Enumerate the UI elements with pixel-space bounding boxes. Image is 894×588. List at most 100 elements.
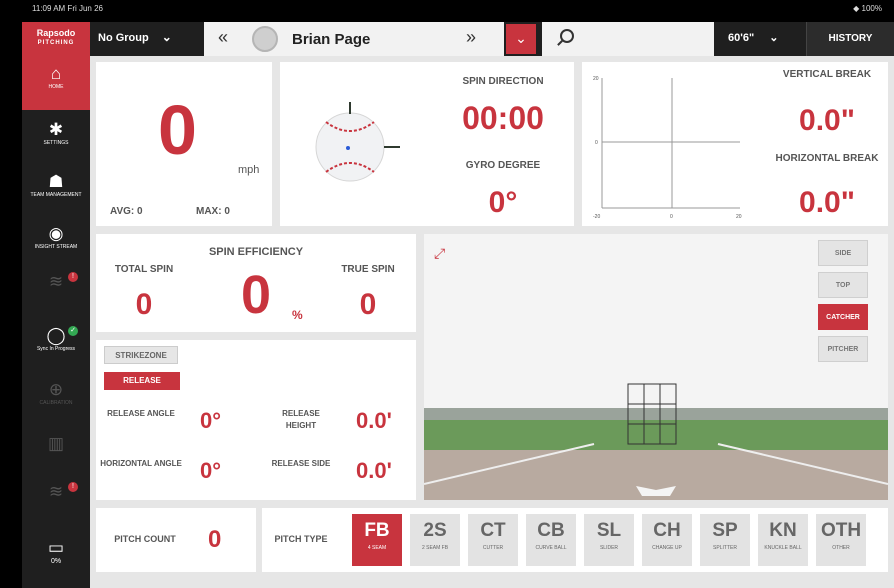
sidebar-item-home[interactable]: ⌂ HOME (22, 56, 90, 110)
sidebar-item-wifi[interactable]: ≋ ! (22, 264, 90, 318)
horizontal-break-value: 0.0" (799, 186, 855, 219)
group-selector[interactable]: No Group ⌄ (98, 30, 172, 44)
error-badge: ! (68, 272, 78, 282)
horizontal-angle-value: 0° (200, 458, 222, 483)
chevron-down-icon: ⌄ (161, 30, 172, 44)
vertical-break-label: VERTICAL BREAK (782, 69, 872, 80)
view-side-button[interactable]: SIDE (818, 240, 868, 266)
axis-tick-center: 0 (670, 214, 673, 220)
release-angle-label: RELEASE ANGLE (107, 409, 175, 418)
pitch-type-oth[interactable]: OTH OTHER (816, 514, 866, 566)
pitch-type-sp[interactable]: SP SPLITTER (700, 514, 750, 566)
pitch-type-label: PITCH TYPE (274, 534, 328, 544)
sidebar-item-sync[interactable]: ◯ ✓ Sync In Progress (22, 318, 90, 372)
spin-efficiency-value: 0 (240, 265, 272, 325)
spin-efficiency-unit: % (292, 308, 303, 322)
axis-tick-left: -20 (593, 214, 600, 220)
view-pitcher-button[interactable]: PITCHER (818, 336, 868, 362)
ios-status-bar: 11:09 AM Fri Jun 26 ◆ 100% (22, 0, 894, 22)
baseball-spin-graphic (315, 102, 400, 182)
sidebar-item-calibration[interactable]: ⊕ CALIBRATION (22, 372, 90, 426)
battery-status: ◆ 100% (853, 4, 882, 13)
pitch-type-sl[interactable]: SL SLIDER (584, 514, 634, 566)
total-spin-value: 0 (135, 288, 153, 321)
pitch-type-ch[interactable]: CH CHANGE UP (642, 514, 692, 566)
avatar (252, 26, 278, 52)
pitch-count-label: PITCH COUNT (114, 534, 176, 544)
player-name[interactable]: Brian Page (292, 31, 370, 48)
axis-tick-top: 20 (593, 76, 599, 82)
true-spin-label: TRUE SPIN (341, 264, 395, 275)
target-icon: ⊕ (48, 380, 64, 399)
app-logo: Rapsodo PITCHING (22, 22, 90, 56)
sidebar-item-team-management[interactable]: ☗ TEAM MANAGEMENT (22, 164, 90, 218)
gear-icon: ✱ (48, 120, 64, 139)
vertical-break-value: 0.0" (799, 104, 855, 137)
spin-direction-value: 00:00 (462, 100, 544, 136)
chevron-down-icon: ⌄ (769, 32, 779, 44)
release-side-label: RELEASE SIDE (271, 459, 331, 468)
view-top-button[interactable]: TOP (818, 272, 868, 298)
sidebar-item-wifi-2[interactable]: ≋ ! (22, 474, 90, 528)
pitch-count-value: 0 (208, 526, 222, 553)
group-label: No Group (98, 32, 149, 44)
sidebar-item-settings[interactable]: ✱ SETTINGS (22, 112, 90, 166)
player-selector: « Brian Page » (204, 22, 504, 56)
team-icon: ☗ (48, 172, 64, 191)
tab-release[interactable]: RELEASE (104, 372, 180, 390)
next-player-icon[interactable]: » (466, 27, 476, 48)
view-catcher-button[interactable]: CATCHER (818, 304, 868, 330)
break-panel: 20 0 -20 0 20 VERTICAL BREAK 0.0" HORIZO… (582, 62, 888, 226)
stream-icon: ◉ (48, 224, 64, 243)
app-window: 11:09 AM Fri Jun 26 ◆ 100% Rapsodo PITCH… (22, 0, 894, 588)
pitch-type-kn[interactable]: KN KNUCKLE BALL (758, 514, 808, 566)
spin-direction-label: SPIN DIRECTION (462, 76, 544, 87)
release-height-label: RELEASE HEIGHT (282, 409, 320, 430)
release-height-value: 0.0' (356, 408, 392, 433)
error-badge: ! (68, 482, 78, 492)
search-button[interactable] (542, 22, 714, 56)
pitch-3d-view: ⤢ SIDE TOP CATCHER PITCHER (424, 234, 888, 500)
status-time: 11:09 AM Fri Jun 26 (32, 4, 103, 13)
gyro-degree-value: 0° (488, 186, 518, 219)
release-angle-value: 0° (200, 408, 222, 433)
axis-tick-right: 20 (736, 214, 742, 220)
battery-icon: ▭ (47, 538, 65, 557)
search-icon (560, 29, 574, 43)
pitch-type-2s[interactable]: 2S 2 SEAM FB (410, 514, 460, 566)
axis-tick-mid: 0 (595, 140, 598, 146)
velocity-panel: 0 mph AVG: 0 MAX: 0 (96, 62, 272, 226)
velocity-value: 0 (158, 91, 197, 169)
spin-panel: SPIN DIRECTION 00:00 GYRO DEGREE 0° (280, 62, 574, 226)
avg-label: AVG: 0 (110, 206, 143, 217)
spin-efficiency-panel: SPIN EFFICIENCY TOTAL SPIN 0 0 % TRUE SP… (96, 234, 416, 332)
history-button[interactable]: HISTORY (806, 22, 894, 56)
sync-icon: ◯ (46, 326, 66, 345)
pitch-type-panel: PITCH TYPE FB 4 SEAM 2S 2 SEAM FB CT CUTTER… (262, 508, 888, 572)
release-side-value: 0.0' (356, 458, 392, 483)
expand-icon[interactable]: ⤢ (434, 245, 445, 261)
total-spin-label: TOTAL SPIN (114, 264, 174, 275)
sidebar-item-device[interactable]: ▥ (22, 426, 90, 480)
max-label: MAX: 0 (196, 206, 230, 217)
release-panel: STRIKEZONE RELEASE RELEASE ANGLE 0° RELE… (96, 340, 416, 500)
spin-efficiency-label: SPIN EFFICIENCY (208, 246, 304, 258)
sidebar: ⌂ HOME ✱ SETTINGS ☗ TEAM MANAGEMENT ◉ IN… (22, 56, 90, 588)
wifi-icon: ≋ (48, 482, 64, 501)
pitch-type-cb[interactable]: CB CURVE BALL (526, 514, 576, 566)
horizontal-break-label: HORIZONTAL BREAK (775, 153, 879, 164)
pitch-type-ct[interactable]: CT CUTTER (468, 514, 518, 566)
velocity-unit: mph (238, 164, 260, 176)
pitch-count-panel: PITCH COUNT 0 (96, 508, 256, 572)
device-icon: ▥ (47, 434, 65, 453)
top-bar: Rapsodo PITCHING No Group ⌄ « Brian Page… (22, 22, 894, 56)
distance-selector[interactable]: 60'6" ⌄ (728, 31, 778, 44)
sidebar-item-insight-stream[interactable]: ◉ INSIGHT STREAM (22, 216, 90, 270)
wifi-icon: ≋ (48, 272, 64, 291)
player-dropdown-button[interactable]: ⌄ (506, 24, 536, 54)
break-chart: 20 0 -20 0 20 (593, 76, 742, 220)
pitch-type-fb[interactable]: FB 4 SEAM (352, 514, 402, 566)
tab-strikezone[interactable]: STRIKEZONE (104, 346, 178, 364)
home-icon: ⌂ (50, 64, 62, 83)
previous-player-icon[interactable]: « (218, 27, 228, 48)
